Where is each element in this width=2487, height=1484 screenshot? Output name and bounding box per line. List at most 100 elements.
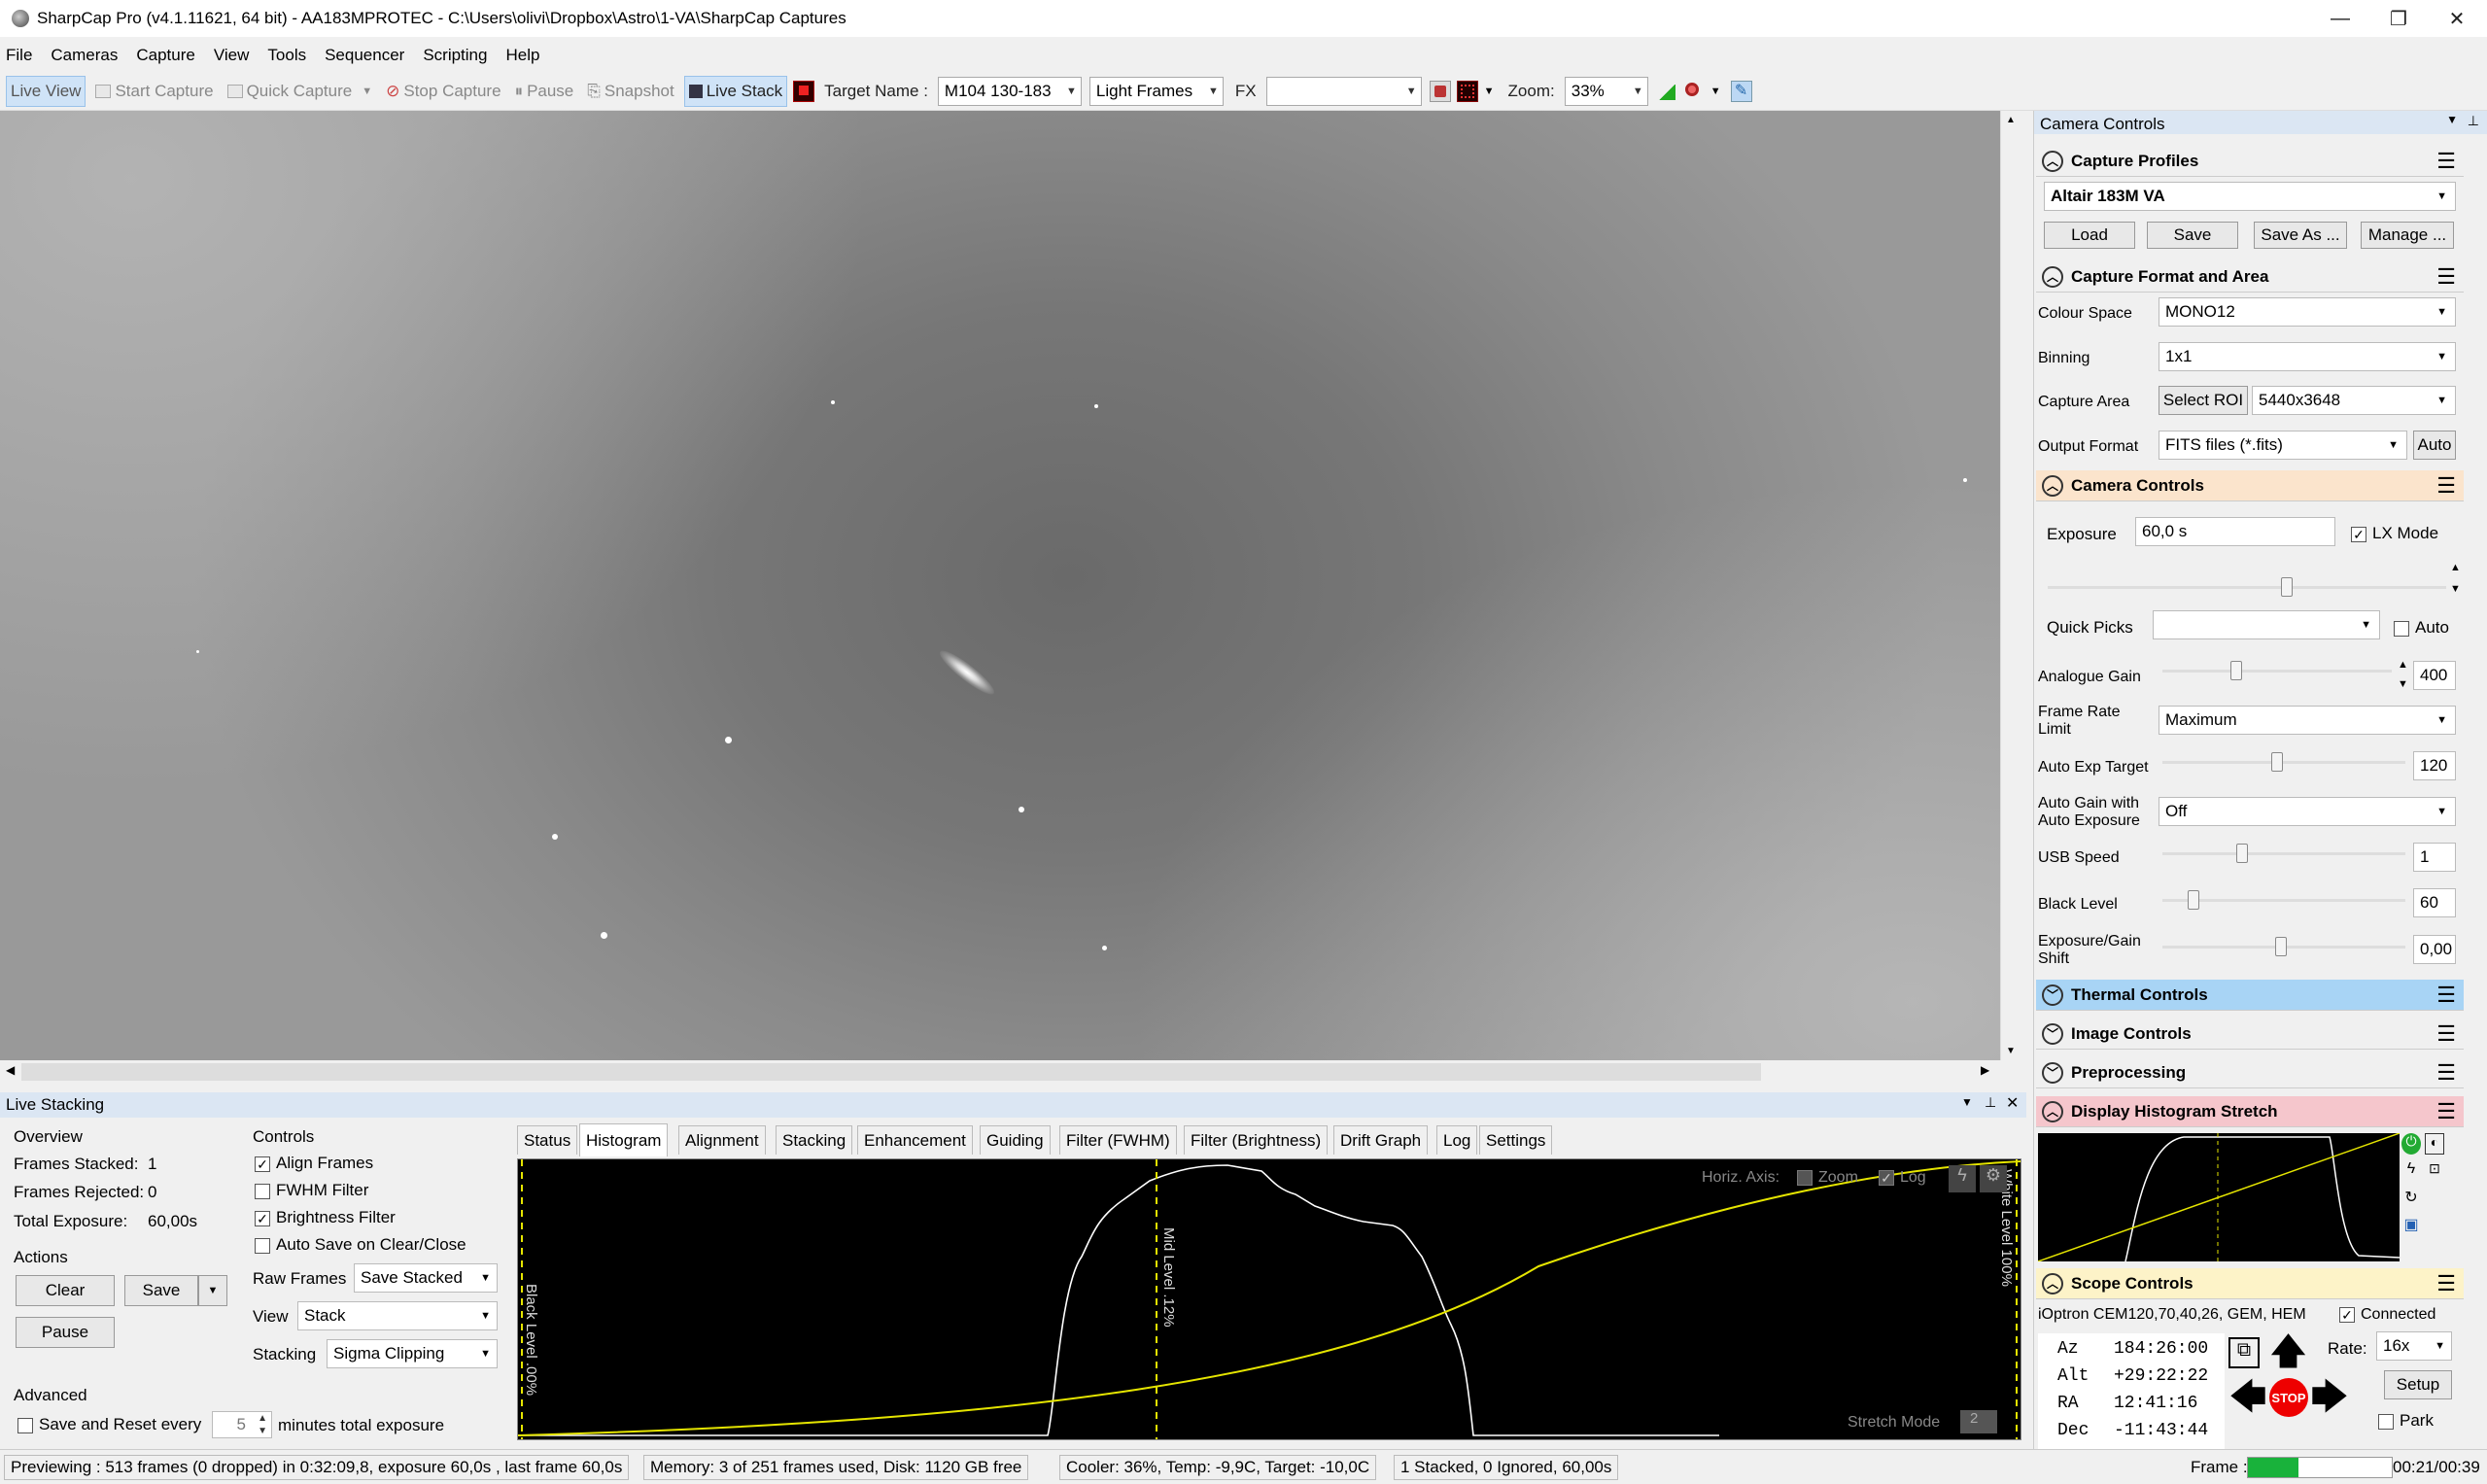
pause-button[interactable]: ⏸ Pause: [511, 76, 578, 107]
fwhm-filter-checkbox[interactable]: FWHM Filter: [255, 1181, 368, 1200]
frame-rate-select[interactable]: Maximum ▼: [2159, 706, 2456, 735]
rate-select[interactable]: 16x ▼: [2376, 1331, 2452, 1361]
tab-filter-fwhm[interactable]: Filter (FWHM): [1059, 1125, 1177, 1155]
record-icon[interactable]: [1429, 80, 1451, 102]
black-level-input[interactable]: 60: [2413, 888, 2456, 917]
quick-picks-select[interactable]: ▼: [2153, 610, 2380, 639]
target-icon[interactable]: [793, 80, 815, 102]
chevron-down-icon[interactable]: ▼: [1484, 86, 1495, 97]
binning-select[interactable]: 1x1 ▼: [2159, 342, 2456, 371]
close-icon[interactable]: ✕: [2428, 0, 2486, 37]
view-select[interactable]: Stack ▼: [297, 1301, 498, 1330]
manage-profiles-button[interactable]: Manage ...: [2361, 222, 2454, 249]
menu-tools[interactable]: Tools: [267, 46, 306, 65]
image-viewer[interactable]: [0, 111, 2000, 1060]
stop-capture-button[interactable]: ⊘ Stop Capture: [382, 76, 504, 107]
capture-area-select[interactable]: 5440x3648 ▼: [2252, 386, 2456, 415]
tab-settings[interactable]: Settings: [1479, 1125, 1553, 1155]
menu-capture[interactable]: Capture: [136, 46, 194, 65]
menu-icon[interactable]: ☰: [2436, 1060, 2456, 1086]
chevron-down-icon[interactable]: ▼: [2446, 113, 2458, 126]
auto-exp-target-slider[interactable]: [2162, 752, 2405, 772]
spin-down-icon[interactable]: ▼: [2450, 583, 2461, 595]
menu-sequencer[interactable]: Sequencer: [325, 46, 404, 65]
snapshot-button[interactable]: ⎘ Snapshot: [583, 76, 677, 107]
analogue-gain-slider[interactable]: [2162, 661, 2392, 680]
exp-gain-shift-slider[interactable]: [2162, 937, 2405, 956]
reset-icon[interactable]: ↻: [2401, 1188, 2421, 1209]
tab-log[interactable]: Log: [1436, 1125, 1478, 1155]
exposure-input[interactable]: 60,0 s: [2135, 517, 2335, 546]
scroll-thumb[interactable]: [21, 1063, 1761, 1081]
tab-status[interactable]: Status: [517, 1125, 578, 1155]
save-as-profile-button[interactable]: Save As ...: [2254, 222, 2347, 249]
save-icon[interactable]: ▣: [2401, 1215, 2421, 1236]
auto-stretch-icon[interactable]: ⚙: [1980, 1165, 2007, 1192]
park-checkbox[interactable]: Park: [2378, 1411, 2434, 1431]
stack-histogram[interactable]: Black Level .00% Mid Level .12% White Le…: [517, 1158, 2021, 1440]
maximize-icon[interactable]: ❐: [2369, 0, 2428, 37]
connected-checkbox[interactable]: ✓ Connected: [2339, 1306, 2435, 1324]
close-icon[interactable]: ✕: [2006, 1093, 2019, 1113]
fx-select[interactable]: ▼: [1265, 76, 1422, 106]
arrow-up-icon[interactable]: 🡅: [2269, 1333, 2307, 1372]
display-histogram-header[interactable]: ︿ Display Histogram Stretch ☰: [2036, 1096, 2464, 1127]
black-level-slider[interactable]: [2162, 890, 2405, 910]
pin-icon[interactable]: ✎: [1730, 80, 1752, 102]
arrow-right-icon[interactable]: 🡆: [2310, 1379, 2349, 1416]
menu-icon[interactable]: ☰: [2436, 264, 2456, 290]
analogue-gain-input[interactable]: 400: [2413, 661, 2456, 690]
frame-type-select[interactable]: Light Frames ▼: [1088, 76, 1224, 106]
select-roi-button[interactable]: Select ROI: [2159, 386, 2248, 415]
scope-controls-header[interactable]: ︿ Scope Controls ☰: [2036, 1268, 2464, 1299]
minimize-icon[interactable]: —: [2311, 0, 2369, 37]
menu-icon[interactable]: ☰: [2436, 149, 2456, 174]
chevron-up-icon[interactable]: ▲: [2006, 115, 2016, 125]
viewer-horizontal-scrollbar[interactable]: ◀ ▶: [0, 1060, 2000, 1084]
thermal-controls-header[interactable]: ﹀ Thermal Controls ☰: [2036, 980, 2464, 1011]
menu-icon[interactable]: ☰: [2436, 983, 2456, 1008]
menu-cameras[interactable]: Cameras: [51, 46, 118, 65]
spin-up-icon[interactable]: ▲: [2450, 562, 2461, 573]
stacking-select[interactable]: Sigma Clipping ▼: [327, 1339, 498, 1368]
camera-controls-header[interactable]: ︿ Camera Controls ☰: [2036, 470, 2464, 501]
log-checkbox[interactable]: ✓ Log: [1879, 1169, 1926, 1187]
tab-stacking[interactable]: Stacking: [776, 1125, 853, 1155]
capture-profiles-header[interactable]: ︿ Capture Profiles ☰: [2036, 146, 2464, 177]
menu-icon[interactable]: ☰: [2436, 473, 2456, 499]
lock-icon[interactable]: ⊡: [2425, 1160, 2444, 1182]
scope-setup-button[interactable]: Setup: [2384, 1370, 2452, 1399]
menu-file[interactable]: File: [6, 46, 32, 65]
clear-button[interactable]: Clear: [16, 1275, 115, 1306]
pin-icon[interactable]: ⊥: [2468, 113, 2479, 129]
menu-help[interactable]: Help: [505, 46, 539, 65]
usb-speed-input[interactable]: 1: [2413, 843, 2456, 872]
power-icon[interactable]: ⏻: [2401, 1133, 2421, 1155]
menu-scripting[interactable]: Scripting: [423, 46, 487, 65]
menu-icon[interactable]: ☰: [2436, 1271, 2456, 1296]
save-dropdown-icon[interactable]: ▼: [198, 1275, 227, 1306]
chevron-down-icon[interactable]: ▼: [1710, 86, 1721, 97]
arrow-left-icon[interactable]: 🡄: [2228, 1379, 2267, 1416]
capture-format-header[interactable]: ︿ Capture Format and Area ☰: [2036, 261, 2464, 293]
align-frames-checkbox[interactable]: ✓ Align Frames: [255, 1154, 373, 1173]
save-reset-input[interactable]: 5 ▲ ▼: [212, 1411, 272, 1438]
spin-up-icon[interactable]: ▲: [2398, 659, 2408, 671]
histogram-icon[interactable]: [1656, 81, 1677, 102]
auto-exp-target-input[interactable]: 120: [2413, 751, 2456, 780]
lx-mode-checkbox[interactable]: ✓ LX Mode: [2351, 524, 2438, 543]
menu-icon[interactable]: ☰: [2436, 1021, 2456, 1047]
stretch-mode-input[interactable]: 2: [1960, 1410, 1997, 1433]
tab-histogram[interactable]: Histogram: [579, 1123, 669, 1156]
live-stack-button[interactable]: Live Stack: [683, 75, 788, 107]
chevron-left-icon[interactable]: ◀: [6, 1063, 15, 1077]
auto-save-checkbox[interactable]: Auto Save on Clear/Close: [255, 1235, 466, 1255]
lightning-icon[interactable]: ϟ: [2401, 1160, 2421, 1182]
profile-select[interactable]: Altair 183M VA ▼: [2044, 182, 2456, 211]
quick-capture-button[interactable]: Quick Capture ▼: [224, 76, 377, 107]
raw-frames-select[interactable]: Save Stacked ▼: [354, 1263, 498, 1293]
preprocessing-header[interactable]: ﹀ Preprocessing ☰: [2036, 1057, 2464, 1088]
contrast-icon[interactable]: ◐: [2425, 1133, 2444, 1155]
pause-button[interactable]: Pause: [16, 1317, 115, 1348]
output-format-select[interactable]: FITS files (*.fits) ▼: [2159, 431, 2407, 460]
